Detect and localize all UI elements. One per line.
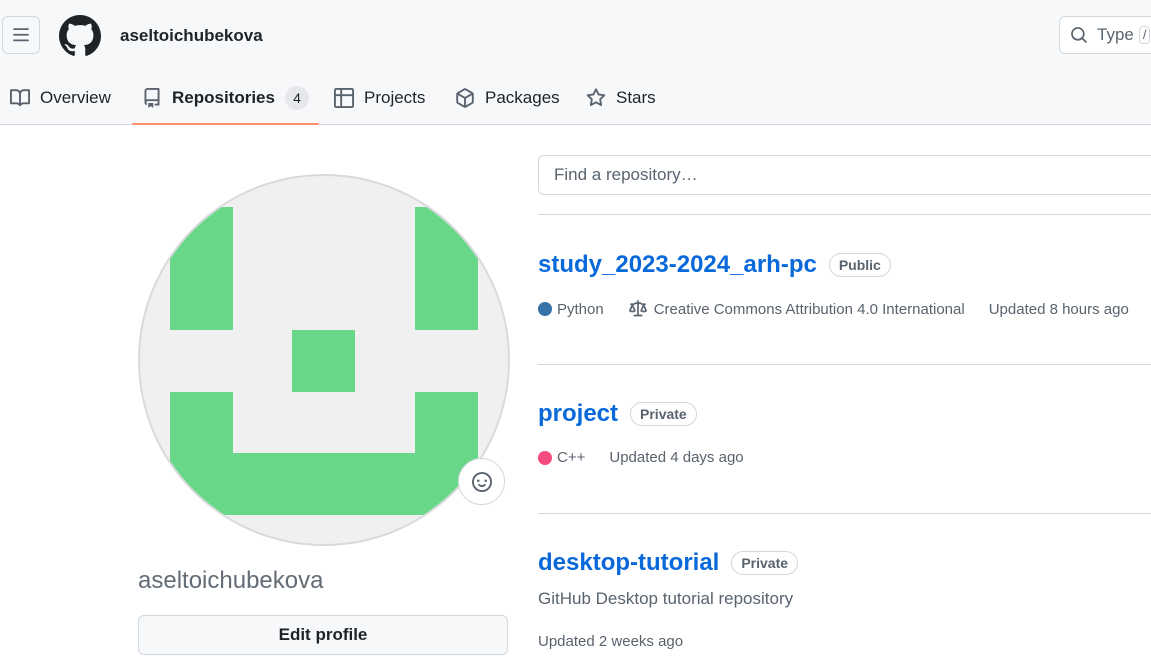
updated-time: Updated 8 hours ago bbox=[988, 300, 1129, 318]
tab-label: Projects bbox=[364, 88, 426, 107]
star-icon bbox=[586, 88, 606, 107]
header-username[interactable]: aseltoichubekova bbox=[120, 26, 263, 46]
global-search[interactable]: Type / bbox=[1059, 16, 1151, 54]
profile-tabs: Overview Repositories 4 Projects Package… bbox=[0, 72, 1151, 125]
tab-label: Packages bbox=[485, 88, 560, 107]
tab-stars[interactable]: Stars bbox=[586, 72, 656, 124]
repo-name-link[interactable]: project bbox=[538, 400, 618, 428]
tab-overview[interactable]: Overview bbox=[10, 72, 111, 124]
language-color-dot bbox=[538, 450, 552, 465]
divider bbox=[538, 513, 1151, 514]
visibility-badge: Public bbox=[828, 253, 891, 277]
hamburger-icon bbox=[13, 28, 29, 42]
updated-time: Updated 4 days ago bbox=[609, 449, 744, 466]
menu-button[interactable] bbox=[2, 16, 40, 54]
profile-username: aseltoichubekova bbox=[138, 567, 324, 594]
top-header: aseltoichubekova Type / bbox=[0, 0, 1151, 72]
repo-language: C++ bbox=[538, 449, 585, 466]
package-icon bbox=[456, 88, 474, 108]
repo-license: Creative Commons Attribution 4.0 Interna… bbox=[628, 300, 965, 318]
tab-projects[interactable]: Projects bbox=[334, 72, 425, 124]
identicon-avatar bbox=[170, 207, 478, 515]
repo-name-link[interactable]: desktop-tutorial bbox=[538, 549, 719, 577]
smiley-icon bbox=[471, 471, 492, 492]
set-status-button[interactable] bbox=[458, 458, 505, 505]
search-icon bbox=[1071, 27, 1087, 43]
tab-label: Overview bbox=[40, 88, 111, 107]
visibility-badge: Private bbox=[731, 551, 799, 575]
repo-icon bbox=[144, 88, 160, 108]
tab-label: Repositories bbox=[172, 88, 275, 107]
list-item: desktop-tutorial Private GitHub Desktop … bbox=[538, 549, 1151, 650]
list-item: project Private C++ Updated 4 days ago bbox=[538, 400, 1151, 466]
tab-label: Stars bbox=[616, 88, 656, 107]
language-color-dot bbox=[538, 302, 552, 316]
find-repository-input[interactable] bbox=[538, 155, 1151, 195]
list-item: study_2023-2024_arh-pc Public Python Cre… bbox=[538, 251, 1151, 318]
repo-language: Python bbox=[538, 301, 604, 318]
updated-time: Updated 2 weeks ago bbox=[538, 633, 684, 650]
table-icon bbox=[334, 88, 354, 108]
tab-packages[interactable]: Packages bbox=[455, 72, 560, 124]
search-shortcut-key: / bbox=[1138, 26, 1151, 44]
license-name: Creative Commons Attribution 4.0 Interna… bbox=[653, 300, 965, 318]
avatar[interactable] bbox=[138, 174, 510, 546]
repo-count-badge: 4 bbox=[284, 86, 309, 110]
visibility-badge: Private bbox=[630, 402, 697, 426]
divider bbox=[538, 214, 1151, 215]
github-logo-icon[interactable] bbox=[59, 15, 101, 57]
divider bbox=[538, 364, 1151, 365]
search-placeholder: Type bbox=[1097, 25, 1134, 44]
repo-description: GitHub Desktop tutorial repository bbox=[538, 589, 794, 608]
edit-profile-button[interactable]: Edit profile bbox=[138, 615, 508, 655]
book-icon bbox=[10, 89, 30, 107]
tab-repositories[interactable]: Repositories 4 bbox=[132, 72, 319, 125]
language-name: Python bbox=[557, 300, 604, 318]
law-icon bbox=[628, 300, 647, 317]
repo-name-link[interactable]: study_2023-2024_arh-pc bbox=[538, 251, 817, 279]
language-name: C++ bbox=[557, 449, 586, 466]
